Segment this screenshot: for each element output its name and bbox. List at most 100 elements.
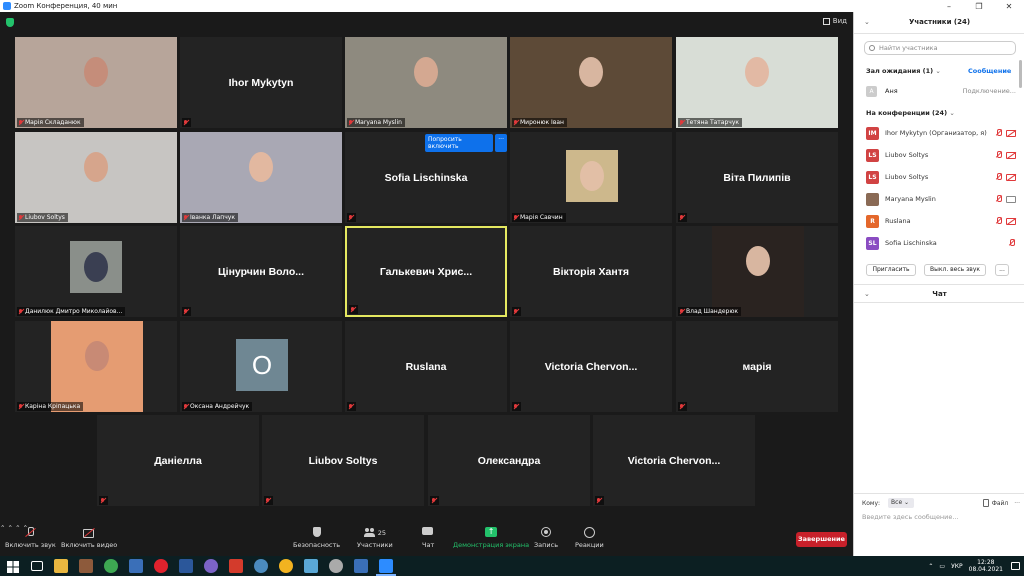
divider	[854, 33, 1024, 34]
video-tile[interactable]: Тетяна Татарчук	[676, 37, 838, 128]
chat-recipient-select[interactable]: Все ⌄	[888, 498, 915, 508]
video-tile[interactable]: Ruslana	[345, 321, 507, 412]
chat-recipient-value: Все	[891, 499, 903, 506]
video-tile[interactable]: Цінурчин Воло...	[180, 226, 342, 317]
participant-row[interactable]: LS Liubov Soltys	[866, 170, 1016, 184]
record-button[interactable]: Запись	[534, 527, 558, 549]
participant-label: Maryana Myslin	[347, 118, 405, 127]
end-meeting-button[interactable]: Завершение	[796, 532, 847, 547]
participant-row[interactable]: SL Sofia Lischinska	[866, 236, 1016, 250]
video-tile[interactable]: Ihor Mykytyn	[180, 37, 342, 128]
viber-icon[interactable]	[203, 559, 218, 573]
minimize-button[interactable]: –	[934, 2, 964, 11]
participant-row[interactable]: IM Ihor Mykytyn (Организатор, я)	[866, 126, 1016, 140]
reactions-button[interactable]: Реакции	[575, 527, 604, 549]
globe-icon[interactable]	[253, 559, 268, 573]
network-icon[interactable]: ▭	[939, 563, 945, 570]
chat-more-button[interactable]: ···	[1014, 500, 1020, 507]
in-meeting-header[interactable]: На конференции (24) ⌄	[866, 109, 955, 117]
participant-video	[676, 37, 838, 128]
participant-row[interactable]: R Ruslana	[866, 214, 1016, 228]
video-tile[interactable]: Liubov Soltys	[262, 415, 424, 506]
pdf-icon[interactable]	[228, 559, 243, 573]
ask-to-unmute-button[interactable]: Попросить включить	[425, 134, 494, 152]
participant-row[interactable]: LS Liubov Soltys	[866, 148, 1016, 162]
muted-mic-icon	[995, 151, 1003, 159]
app-icon[interactable]	[78, 559, 93, 573]
video-tile[interactable]: Даніелла	[97, 415, 259, 506]
participant-face	[84, 57, 108, 88]
video-tile[interactable]: Victoria Chervon...	[593, 415, 755, 506]
video-tile[interactable]: Victoria Chervon...	[510, 321, 672, 412]
opera-icon[interactable]	[153, 559, 168, 573]
share-screen-button[interactable]: Демонстрация экрана	[453, 527, 529, 549]
ask-unmute-bar: Попросить включить ···	[425, 134, 507, 152]
view-button[interactable]: Вид	[822, 17, 847, 25]
video-tile[interactable]: Вікторія Хантя	[510, 226, 672, 317]
collapse-chevron-icon[interactable]: ⌄	[864, 18, 870, 26]
video-tile[interactable]: Миронюк Іван	[510, 37, 672, 128]
close-button[interactable]: ✕	[994, 2, 1024, 11]
participant-name: Данилюк Дмитро Миколайов...	[25, 308, 123, 315]
app-yellow-icon[interactable]	[278, 559, 293, 573]
video-tile[interactable]: Іванка Лапчук	[180, 132, 342, 223]
participant-label: Влад Шандерюк	[678, 307, 742, 316]
video-tile[interactable]: O Оксана Андрейчук	[180, 321, 342, 412]
tile-more-button[interactable]: ···	[495, 134, 507, 152]
maximize-button[interactable]: ❐	[964, 2, 994, 11]
waiting-participant-row[interactable]: A Аня Подключение...	[866, 85, 1016, 97]
video-tile[interactable]: Марія Складанюк	[15, 37, 177, 128]
view-label: Вид	[832, 17, 847, 25]
chat-button[interactable]: Чат	[422, 527, 434, 549]
video-tile[interactable]: Марія Савчин	[510, 132, 672, 223]
windows-start-icon[interactable]	[6, 559, 20, 573]
app-blue-icon[interactable]	[303, 559, 318, 573]
invite-button[interactable]: Пригласить	[866, 264, 916, 276]
app-grey-icon[interactable]	[328, 559, 343, 573]
participant-label	[347, 402, 356, 411]
video-tile[interactable]: Данилюк Дмитро Миколайов...	[15, 226, 177, 317]
save-disk-icon[interactable]	[128, 559, 143, 573]
chrome-icon[interactable]	[103, 559, 118, 573]
participant-face	[414, 57, 438, 88]
muted-mic-icon	[679, 214, 684, 221]
video-tile[interactable]: Влад Шандерюк	[676, 226, 838, 317]
encryption-shield-icon[interactable]	[6, 18, 14, 27]
avatar: A	[866, 85, 877, 97]
video-tile[interactable]: Liubov Soltys	[15, 132, 177, 223]
camera-off-icon	[1006, 217, 1016, 225]
task-view-icon[interactable]	[30, 561, 43, 571]
video-tile[interactable]: марія	[676, 321, 838, 412]
start-video-button[interactable]: Включить видео	[61, 527, 117, 549]
participant-label	[430, 496, 439, 505]
tray-expand-icon[interactable]: ⌃	[928, 563, 933, 570]
keyboard-language[interactable]: УКР	[951, 563, 963, 570]
more-options-button[interactable]: ...	[995, 264, 1009, 276]
notifications-icon[interactable]	[1011, 562, 1020, 570]
clock[interactable]: 12:28 08.04.2021	[969, 559, 1003, 573]
zoom-taskbar-icon[interactable]	[375, 559, 396, 576]
waiting-room-header[interactable]: Зал ожидания (1) ⌄	[866, 67, 941, 75]
participant-search-input[interactable]: Найти участника	[864, 41, 1016, 55]
video-tile[interactable]: Олександра	[428, 415, 590, 506]
file-explorer-icon[interactable]	[53, 559, 68, 573]
word-icon[interactable]	[178, 559, 193, 573]
camera-off-icon	[83, 527, 95, 538]
save-disk-2-icon[interactable]	[353, 559, 368, 573]
video-tile[interactable]: Каріна Кріпацька	[15, 321, 177, 412]
video-tile[interactable]: Галькевич Хрис...	[345, 226, 507, 317]
participant-row[interactable]: Maryana Myslin	[866, 192, 1016, 206]
video-tile[interactable]: Sofia Lischinska Попросить включить ···	[345, 132, 507, 223]
file-button[interactable]: Файл	[982, 499, 1008, 507]
video-tile[interactable]: Maryana Myslin	[345, 37, 507, 128]
chat-message-input[interactable]: Введите здесь сообщение...	[862, 513, 959, 521]
panel-scrollbar[interactable]	[1019, 60, 1022, 88]
participant-face	[745, 57, 769, 88]
unmute-button[interactable]: Включить звук	[5, 527, 56, 549]
participants-button[interactable]: 25 Участники	[357, 527, 393, 549]
video-tile[interactable]: Віта Пилипів	[676, 132, 838, 223]
chat-collapse-chevron-icon[interactable]: ⌄	[864, 290, 870, 298]
mute-all-button[interactable]: Выкл. весь звук	[924, 264, 986, 276]
security-button[interactable]: Безопасность	[293, 527, 340, 549]
waiting-room-message-link[interactable]: Сообщение	[968, 67, 1011, 75]
